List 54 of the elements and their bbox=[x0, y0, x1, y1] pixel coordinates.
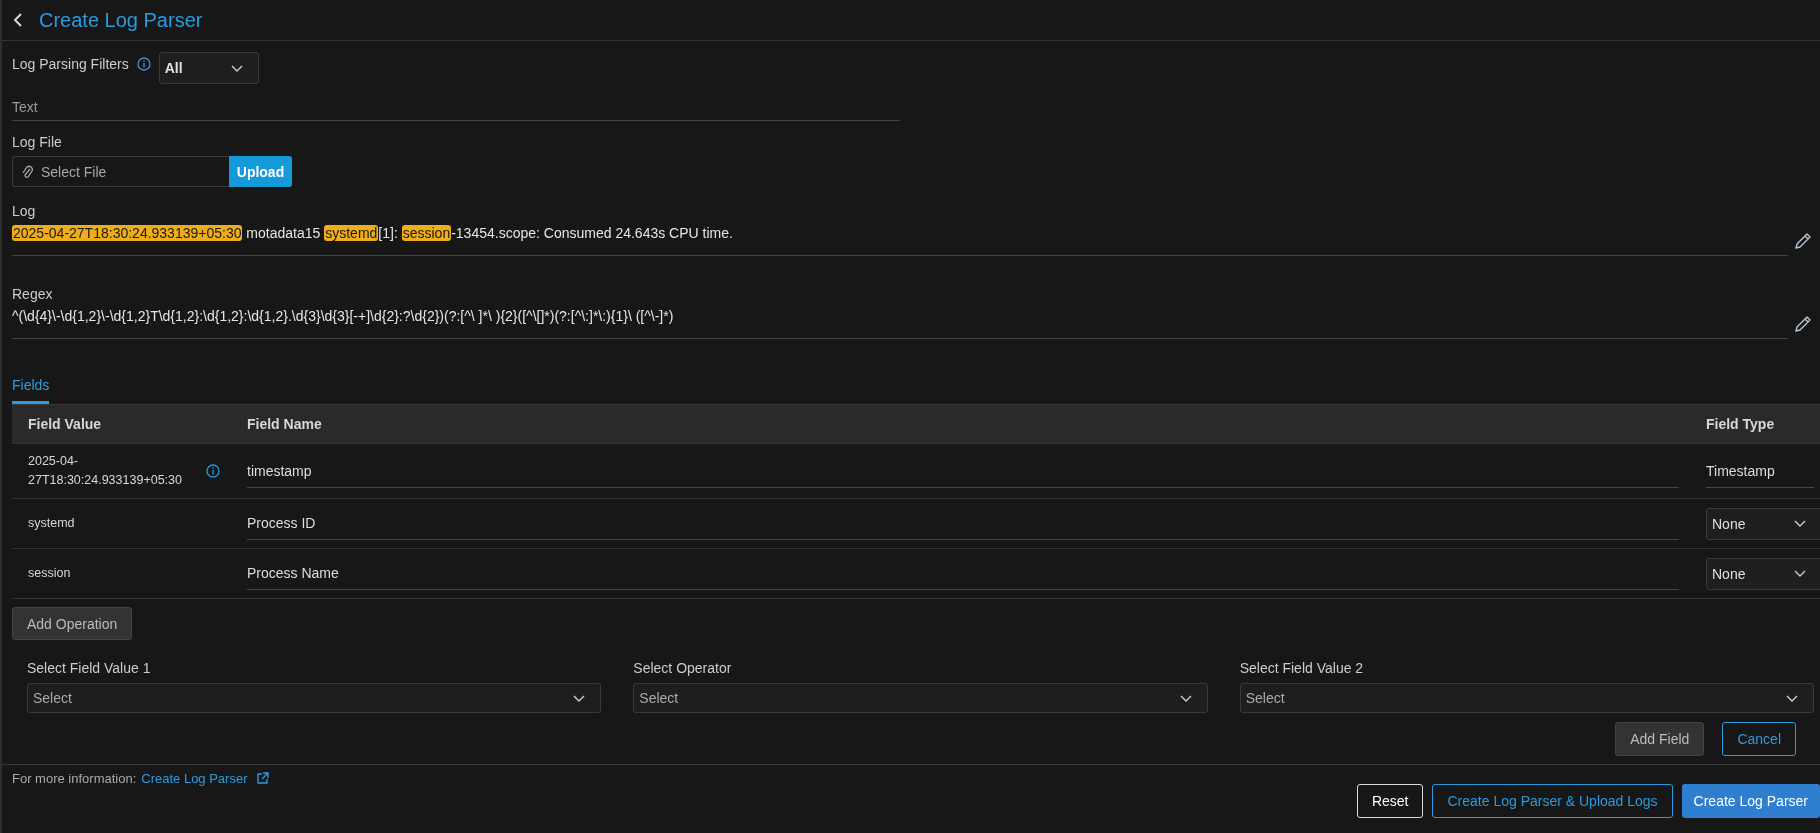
action-button[interactable]: Create Log Parser & Upload Logs bbox=[1432, 784, 1673, 818]
external-link-icon[interactable] bbox=[255, 772, 269, 785]
action-button[interactable]: Cancel bbox=[1722, 722, 1796, 756]
log-text: -13454.scope: Consumed 24.643s CPU time. bbox=[451, 225, 733, 241]
highlighted-token: systemd bbox=[324, 225, 379, 241]
field-name-input[interactable]: Process ID bbox=[247, 507, 1679, 540]
log-text: motadata15 bbox=[245, 225, 322, 241]
action-button[interactable]: Add Field bbox=[1615, 722, 1705, 756]
column-header: Field Value bbox=[27, 416, 103, 432]
highlighted-token: 2025-04-27T18:30:24.933139+05:30 bbox=[12, 225, 243, 241]
text-field[interactable]: Text bbox=[12, 94, 900, 121]
back-icon[interactable] bbox=[13, 12, 23, 28]
help-link[interactable]: Create Log Parser bbox=[141, 771, 248, 786]
field-value: systemd bbox=[28, 515, 76, 532]
regex-label: Regex bbox=[12, 286, 54, 302]
chevron-down-icon bbox=[1178, 693, 1193, 703]
info-icon bbox=[136, 57, 151, 71]
chevron-down-icon bbox=[229, 63, 244, 73]
field-type-text: Timestamp bbox=[1706, 454, 1814, 488]
pencil-icon[interactable] bbox=[1794, 232, 1812, 250]
log-text: [1]: bbox=[378, 225, 399, 241]
highlighted-token: session bbox=[401, 225, 452, 241]
filter-select[interactable]: All bbox=[158, 52, 259, 84]
log-label: Log bbox=[12, 203, 37, 219]
log-file-label: Log File bbox=[12, 134, 63, 150]
field-value: 2025-04-27T18:30:24.933139+05:30 bbox=[28, 453, 183, 489]
dropdown[interactable]: Select bbox=[1239, 683, 1814, 713]
dropdown[interactable]: Select bbox=[27, 683, 602, 713]
action-button[interactable]: Reset bbox=[1356, 784, 1424, 818]
field-type-select[interactable]: None bbox=[1706, 507, 1820, 540]
select-label: Select Operator bbox=[633, 660, 733, 676]
select-label: Select Field Value 1 bbox=[27, 660, 152, 676]
chevron-down-icon bbox=[1793, 569, 1807, 578]
chevron-down-icon bbox=[572, 693, 587, 703]
page-title: Create Log Parser bbox=[39, 8, 203, 32]
field-type-select[interactable]: None bbox=[1706, 557, 1820, 590]
column-header: Field Type bbox=[1705, 416, 1776, 432]
field-value: session bbox=[28, 565, 72, 582]
regex-text: ^(\d{4}\-\d{1,2}\-\d{1,2}T\d{1,2}:\d{1,2}:\d{1,2}.\d{3}\d{3}[-+]\d{2}:?\d{2})(?:[^\ ]*\ ){2}([^\[]*)(?:[^\:]*\:){1}\ ([^\-]*) bbox=[12, 302, 1788, 339]
info-text: For more information: bbox=[12, 771, 137, 786]
add-operation-button[interactable]: Add Operation bbox=[12, 607, 133, 640]
field-name-input[interactable]: Process Name bbox=[247, 557, 1679, 590]
dropdown[interactable]: Select bbox=[633, 683, 1208, 713]
chevron-down-icon bbox=[1793, 519, 1807, 528]
file-input[interactable]: Select File bbox=[12, 156, 229, 187]
field-name-input[interactable]: timestamp bbox=[247, 454, 1679, 488]
info-icon bbox=[206, 464, 220, 478]
filter-label: Log Parsing Filters bbox=[12, 55, 129, 72]
select-label: Select Field Value 2 bbox=[1239, 660, 1365, 676]
chevron-down-icon bbox=[1785, 693, 1799, 703]
action-button[interactable]: Create Log Parser bbox=[1681, 784, 1820, 818]
pencil-icon[interactable] bbox=[1794, 315, 1812, 333]
paperclip-icon bbox=[21, 163, 33, 180]
column-header: Field Name bbox=[246, 416, 323, 432]
